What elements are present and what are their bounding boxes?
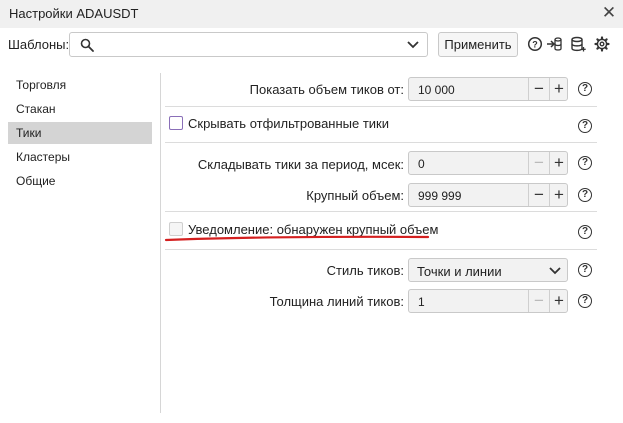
sidebar-divider xyxy=(160,73,161,413)
decrement-button[interactable]: − xyxy=(530,154,548,172)
section-divider xyxy=(165,106,597,107)
decrement-button[interactable]: − xyxy=(530,80,548,98)
section-divider xyxy=(165,249,597,250)
chevron-down-icon xyxy=(549,267,561,275)
templates-select[interactable] xyxy=(69,32,428,57)
tick-style-select[interactable]: Точки и линии xyxy=(408,258,568,282)
help-icon[interactable]: ? xyxy=(578,156,592,170)
gear-icon[interactable] xyxy=(594,36,610,52)
templates-label: Шаблоны: xyxy=(8,37,70,52)
sidebar-item-clusters[interactable]: Кластеры xyxy=(8,146,152,168)
show-tick-volume-label: Показать объем тиков от: xyxy=(249,82,404,97)
help-icon[interactable]: ? xyxy=(527,36,543,52)
help-icon[interactable]: ? xyxy=(578,225,592,239)
show-tick-volume-value: 10 000 xyxy=(418,83,455,97)
section-divider xyxy=(165,142,597,143)
large-volume-value: 999 999 xyxy=(418,189,462,203)
hide-filtered-checkbox[interactable] xyxy=(169,116,183,130)
sidebar-item-ticks[interactable]: Тики xyxy=(8,122,152,144)
chevron-down-icon xyxy=(407,41,419,49)
decrement-button[interactable]: − xyxy=(530,186,548,204)
database-icon[interactable] xyxy=(570,36,586,52)
line-thickness-field[interactable]: 1 − + xyxy=(408,289,568,313)
line-thickness-value: 1 xyxy=(418,295,425,309)
merge-period-field[interactable]: 0 − + xyxy=(408,151,568,175)
section-divider xyxy=(165,211,597,212)
increment-button[interactable]: + xyxy=(550,186,568,204)
help-icon[interactable]: ? xyxy=(578,119,592,133)
increment-button[interactable]: + xyxy=(550,80,568,98)
annotation-underline xyxy=(164,235,430,242)
svg-text:?: ? xyxy=(532,40,538,50)
help-icon[interactable]: ? xyxy=(578,82,592,96)
tick-style-label: Стиль тиков: xyxy=(326,263,404,278)
field-separator xyxy=(528,78,529,100)
help-icon[interactable]: ? xyxy=(578,263,592,277)
merge-period-value: 0 xyxy=(418,157,425,171)
large-volume-label: Крупный объем: xyxy=(306,188,404,203)
close-icon[interactable]: ✕ xyxy=(600,3,618,23)
large-volume-field[interactable]: 999 999 − + xyxy=(408,183,568,207)
line-thickness-label: Толщина линий тиков: xyxy=(269,294,404,309)
show-tick-volume-field[interactable]: 10 000 − + xyxy=(408,77,568,101)
merge-period-label: Складывать тики за период, мсек: xyxy=(197,157,404,172)
tick-style-value: Точки и линии xyxy=(417,264,502,279)
search-icon xyxy=(80,38,94,52)
sidebar-item-orderbook[interactable]: Стакан xyxy=(8,98,152,120)
field-separator xyxy=(528,152,529,174)
window-title: Настройки ADAUSDT xyxy=(9,6,139,21)
sidebar-item-general[interactable]: Общие xyxy=(8,170,152,192)
decrement-button[interactable]: − xyxy=(530,292,548,310)
increment-button[interactable]: + xyxy=(550,154,568,172)
apply-button[interactable]: Применить xyxy=(438,32,518,57)
help-icon[interactable]: ? xyxy=(578,188,592,202)
field-separator xyxy=(528,184,529,206)
import-icon[interactable] xyxy=(546,36,562,52)
hide-filtered-label: Скрывать отфильтрованные тики xyxy=(188,116,390,131)
field-separator xyxy=(528,290,529,312)
sidebar-item-trading[interactable]: Торговля xyxy=(8,74,152,96)
help-icon[interactable]: ? xyxy=(578,294,592,308)
increment-button[interactable]: + xyxy=(550,292,568,310)
